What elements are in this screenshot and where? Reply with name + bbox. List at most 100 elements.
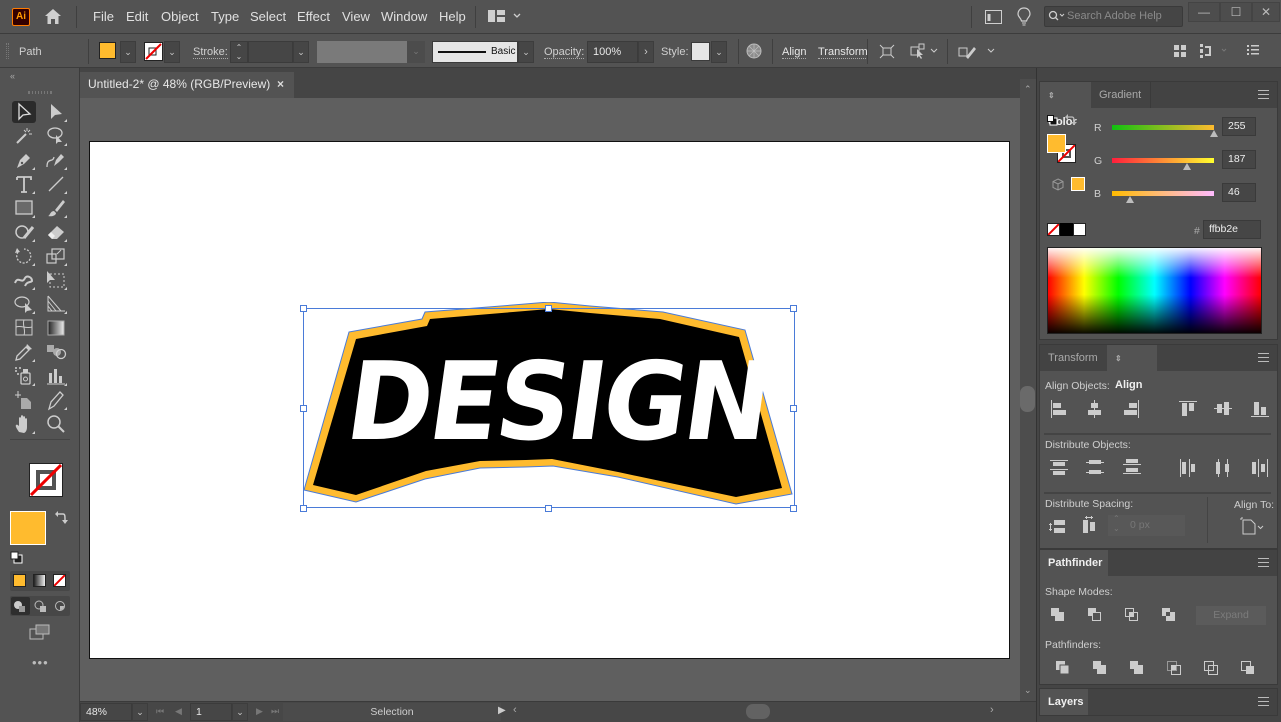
vertical-distribute-space-icon[interactable] <box>1049 518 1069 536</box>
align-to-selection-dropdown[interactable] <box>1240 517 1266 535</box>
menu-window[interactable]: Window <box>381 9 427 24</box>
close-window-button[interactable]: ✕ <box>1252 2 1280 22</box>
symbol-sprayer-tool[interactable] <box>12 365 36 387</box>
last-artboard-button[interactable]: ⏭ <box>271 706 279 717</box>
distribute-icon[interactable] <box>1200 44 1230 58</box>
g-value-input[interactable]: 187 <box>1222 150 1256 169</box>
direct-selection-tool[interactable] <box>44 101 68 123</box>
none-swatch[interactable] <box>1047 223 1060 236</box>
control-bar-menu-icon[interactable] <box>1247 44 1259 56</box>
menu-file[interactable]: File <box>93 9 114 24</box>
next-artboard-button[interactable]: ▶ <box>256 706 263 717</box>
align-link[interactable]: Align <box>782 46 807 59</box>
swap-colors-icon[interactable] <box>1065 114 1077 126</box>
b-value-input[interactable]: 46 <box>1222 183 1256 202</box>
vertical-scrollbar[interactable]: ⌃ ⌄ <box>1020 79 1036 701</box>
workspace-switcher-icon[interactable] <box>488 10 522 23</box>
tab-transform[interactable]: Transform <box>1040 345 1107 371</box>
pathfinder-panel-menu-icon[interactable] <box>1258 558 1269 567</box>
minimize-button[interactable]: — <box>1188 2 1220 22</box>
draw-inside-button[interactable] <box>51 597 70 615</box>
eyedropper-tool[interactable] <box>12 341 36 363</box>
hand-tool[interactable] <box>12 413 36 435</box>
g-slider-track[interactable] <box>1112 158 1214 163</box>
handle-bottom-center[interactable] <box>545 505 552 512</box>
lasso-tool[interactable] <box>44 125 68 147</box>
handle-middle-right[interactable] <box>790 405 797 412</box>
paintbrush-tool[interactable] <box>44 197 68 219</box>
swap-fill-stroke-icon[interactable] <box>54 511 68 525</box>
divide-icon[interactable] <box>1055 660 1075 678</box>
vertical-align-top-icon[interactable] <box>1179 400 1199 418</box>
layers-panel-menu-icon[interactable] <box>1258 697 1269 706</box>
handle-middle-left[interactable] <box>300 405 307 412</box>
opacity-expand-button[interactable]: › <box>638 41 654 63</box>
select-similar-icon[interactable] <box>910 43 940 59</box>
status-menu-arrow[interactable]: ▶ <box>498 705 506 716</box>
gradient-tool[interactable] <box>44 317 68 339</box>
tab-pathfinder[interactable]: Pathfinder <box>1040 550 1108 576</box>
free-transform-tool[interactable] <box>44 269 68 291</box>
scroll-right-icon[interactable]: › <box>990 704 994 716</box>
tab-color[interactable]: ⇕ Color <box>1040 82 1091 128</box>
eraser-tool[interactable] <box>44 221 68 243</box>
column-graph-tool[interactable] <box>44 365 68 387</box>
vertical-align-center-icon[interactable] <box>1214 400 1234 418</box>
vertical-distribute-top-icon[interactable] <box>1049 459 1069 477</box>
intersect-icon[interactable] <box>1124 607 1144 625</box>
stroke-dropdown[interactable]: ⌄ <box>164 41 180 63</box>
handle-bottom-right[interactable] <box>790 505 797 512</box>
lightbulb-icon[interactable] <box>1017 7 1031 26</box>
black-swatch[interactable] <box>1060 223 1073 236</box>
tab-layers[interactable]: Layers <box>1040 689 1088 715</box>
change-screen-mode-icon[interactable] <box>29 624 51 640</box>
home-icon[interactable] <box>44 8 62 25</box>
align-grid-icon[interactable] <box>1174 44 1186 58</box>
web-safe-color-swatch[interactable] <box>1071 177 1085 191</box>
panel-layout-icon[interactable] <box>985 10 1002 24</box>
style-dropdown[interactable]: ⌄ <box>711 41 727 63</box>
rotate-tool[interactable] <box>12 245 36 267</box>
horizontal-distribute-space-icon[interactable] <box>1081 516 1101 534</box>
horizontal-align-right-icon[interactable] <box>1122 400 1142 418</box>
scroll-left-icon[interactable]: ‹ <box>513 704 517 716</box>
selection-tool[interactable] <box>12 101 36 123</box>
handle-top-center[interactable] <box>545 305 552 312</box>
default-colors-icon[interactable] <box>1047 115 1058 126</box>
document-tab[interactable]: Untitled-2* @ 48% (RGB/Preview) × <box>80 72 294 98</box>
artboard[interactable]: DESIGN <box>89 141 1010 659</box>
trim-icon[interactable] <box>1092 660 1112 678</box>
pen-tool[interactable] <box>12 149 36 171</box>
white-swatch[interactable] <box>1073 223 1086 236</box>
unite-icon[interactable] <box>1050 607 1070 625</box>
align-panel-menu-icon[interactable] <box>1258 353 1269 362</box>
stroke-none-swatch[interactable] <box>144 42 163 61</box>
zoom-level-input[interactable]: 48% <box>80 703 132 721</box>
perspective-grid-tool[interactable] <box>44 293 68 315</box>
fill-dropdown[interactable]: ⌄ <box>120 41 136 63</box>
zoom-dropdown[interactable]: ⌄ <box>132 703 148 721</box>
fill-color-box[interactable] <box>10 511 46 545</box>
artboard-tool[interactable] <box>12 389 36 411</box>
color-spectrum-picker[interactable] <box>1047 247 1262 334</box>
toolbar-grip[interactable] <box>28 91 52 94</box>
color-panel-menu-icon[interactable] <box>1258 90 1269 99</box>
mesh-tool[interactable] <box>12 317 36 339</box>
g-slider-thumb[interactable] <box>1182 163 1191 170</box>
panel-fill-box[interactable] <box>1047 134 1066 153</box>
stroke-weight-dropdown[interactable]: ⌄ <box>293 41 309 63</box>
vertical-distribute-bottom-icon[interactable] <box>1122 459 1142 477</box>
menu-effect[interactable]: Effect <box>297 9 330 24</box>
tab-gradient[interactable]: Gradient <box>1091 82 1151 108</box>
scale-tool[interactable] <box>44 245 68 267</box>
opacity-input[interactable]: 100% <box>587 41 638 63</box>
fill-color-swatch[interactable] <box>99 42 116 59</box>
menu-select[interactable]: Select <box>250 9 286 24</box>
zoom-tool[interactable] <box>44 413 68 435</box>
draw-normal-button[interactable] <box>11 597 30 615</box>
edit-toolbar-more-icon[interactable]: ••• <box>32 655 49 670</box>
tab-align[interactable]: ⇕ Align <box>1107 345 1157 391</box>
artboard-number-input[interactable]: 1 <box>190 703 232 721</box>
opacity-label[interactable]: Opacity: <box>544 46 585 59</box>
b-slider-thumb[interactable] <box>1126 196 1135 203</box>
